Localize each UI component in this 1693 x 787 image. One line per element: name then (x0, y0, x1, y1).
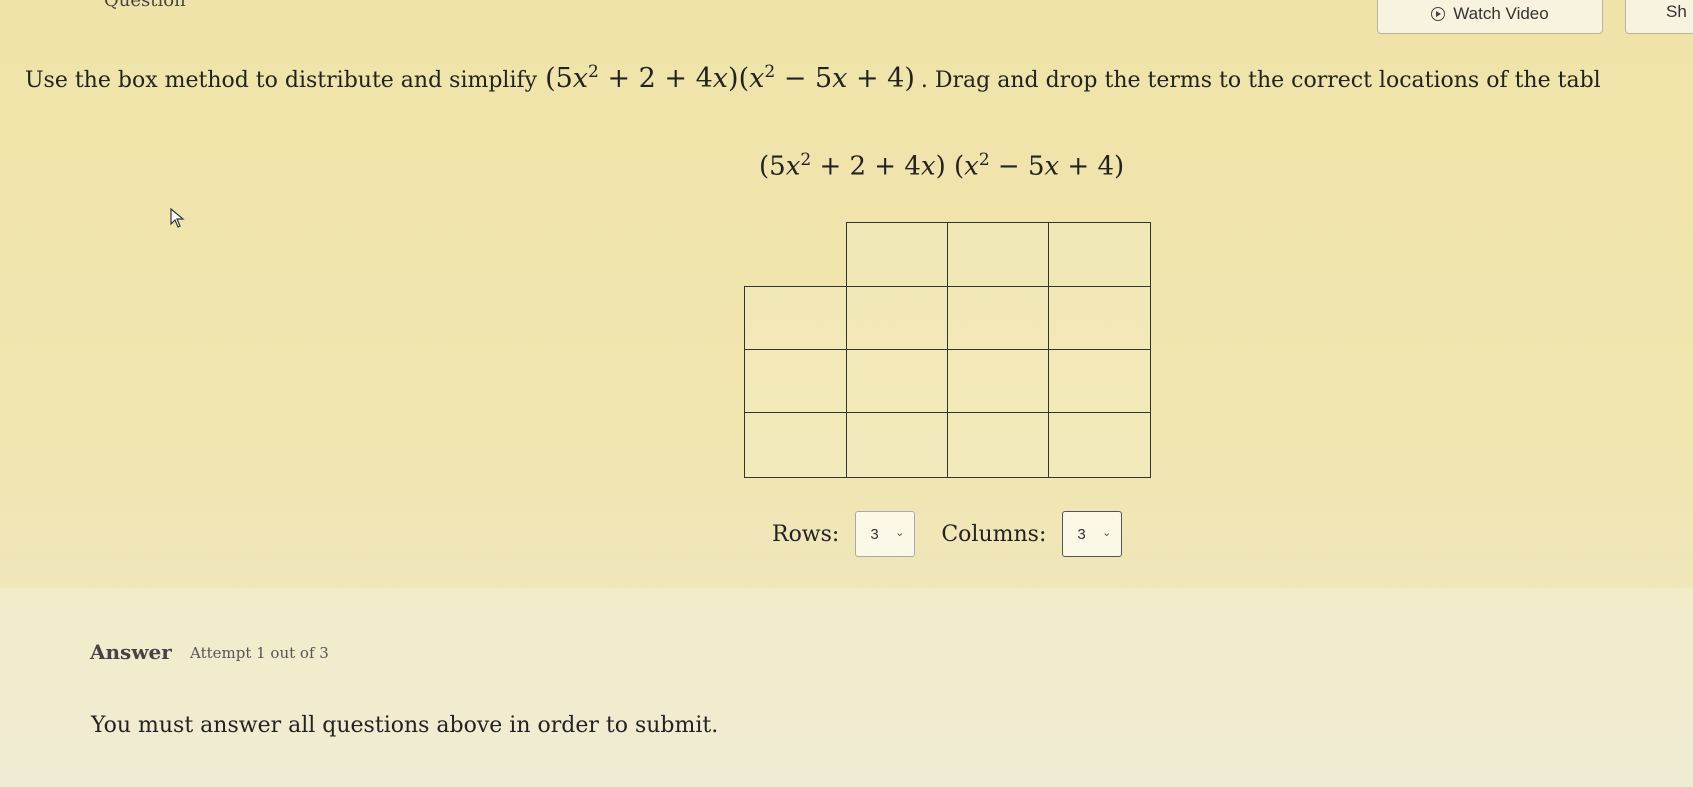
grid-product-cell[interactable] (1048, 286, 1151, 350)
grid-row-header-cell[interactable] (744, 349, 847, 413)
prompt-math-expression: (5x2 + 2 + 4x)(x2 − 5x + 4) (545, 62, 915, 94)
grid-row-header-cell[interactable] (744, 412, 847, 478)
grid-product-cell[interactable] (1048, 349, 1151, 413)
chevron-down-icon: ⌄ (895, 527, 905, 539)
rows-value: 3 (870, 525, 879, 543)
grid-header-cell[interactable] (1048, 222, 1151, 287)
play-circle-icon (1431, 7, 1446, 21)
attempt-counter: Attempt 1 out of 3 (190, 644, 329, 662)
show-button[interactable]: Sh (1625, 0, 1693, 34)
answer-section (0, 588, 1693, 787)
grid-product-cell[interactable] (846, 286, 948, 350)
grid-product-cell[interactable] (947, 349, 1049, 413)
question-heading: Question (104, 0, 186, 11)
grid-product-cell[interactable] (1048, 412, 1151, 478)
grid-product-cell[interactable] (846, 349, 948, 413)
watch-video-button[interactable]: Watch Video (1377, 0, 1603, 34)
mouse-cursor-icon (170, 208, 185, 228)
chevron-down-icon: ⌄ (1102, 527, 1112, 539)
grid-header-cell[interactable] (846, 222, 948, 287)
grid-product-cell[interactable] (947, 412, 1049, 478)
rows-label: Rows: (772, 521, 840, 547)
grid-header-cell[interactable] (947, 222, 1049, 287)
grid-size-controls: Rows: 3 ⌄ Columns: 3 ⌄ (772, 511, 1123, 557)
box-method-expression: (5x2 + 2 + 4x) (x2 − 5x + 4) (759, 150, 1125, 182)
grid-product-cell[interactable] (947, 286, 1049, 350)
submit-requirement-message: You must answer all questions above in o… (91, 713, 719, 738)
grid-product-cell[interactable] (846, 412, 948, 478)
columns-value: 3 (1077, 525, 1086, 543)
rows-select[interactable]: 3 ⌄ (855, 511, 916, 557)
prompt-suffix: . Drag and drop the terms to the correct… (920, 68, 1601, 93)
question-prompt: Use the box method to distribute and sim… (25, 62, 1601, 94)
columns-select[interactable]: 3 ⌄ (1062, 511, 1123, 557)
box-method-grid (744, 222, 1151, 478)
prompt-prefix: Use the box method to distribute and sim… (25, 68, 538, 93)
columns-label: Columns: (941, 521, 1047, 547)
watch-video-label: Watch Video (1453, 4, 1549, 23)
answer-title: Answer (90, 640, 172, 664)
grid-row-header-cell[interactable] (744, 286, 847, 350)
